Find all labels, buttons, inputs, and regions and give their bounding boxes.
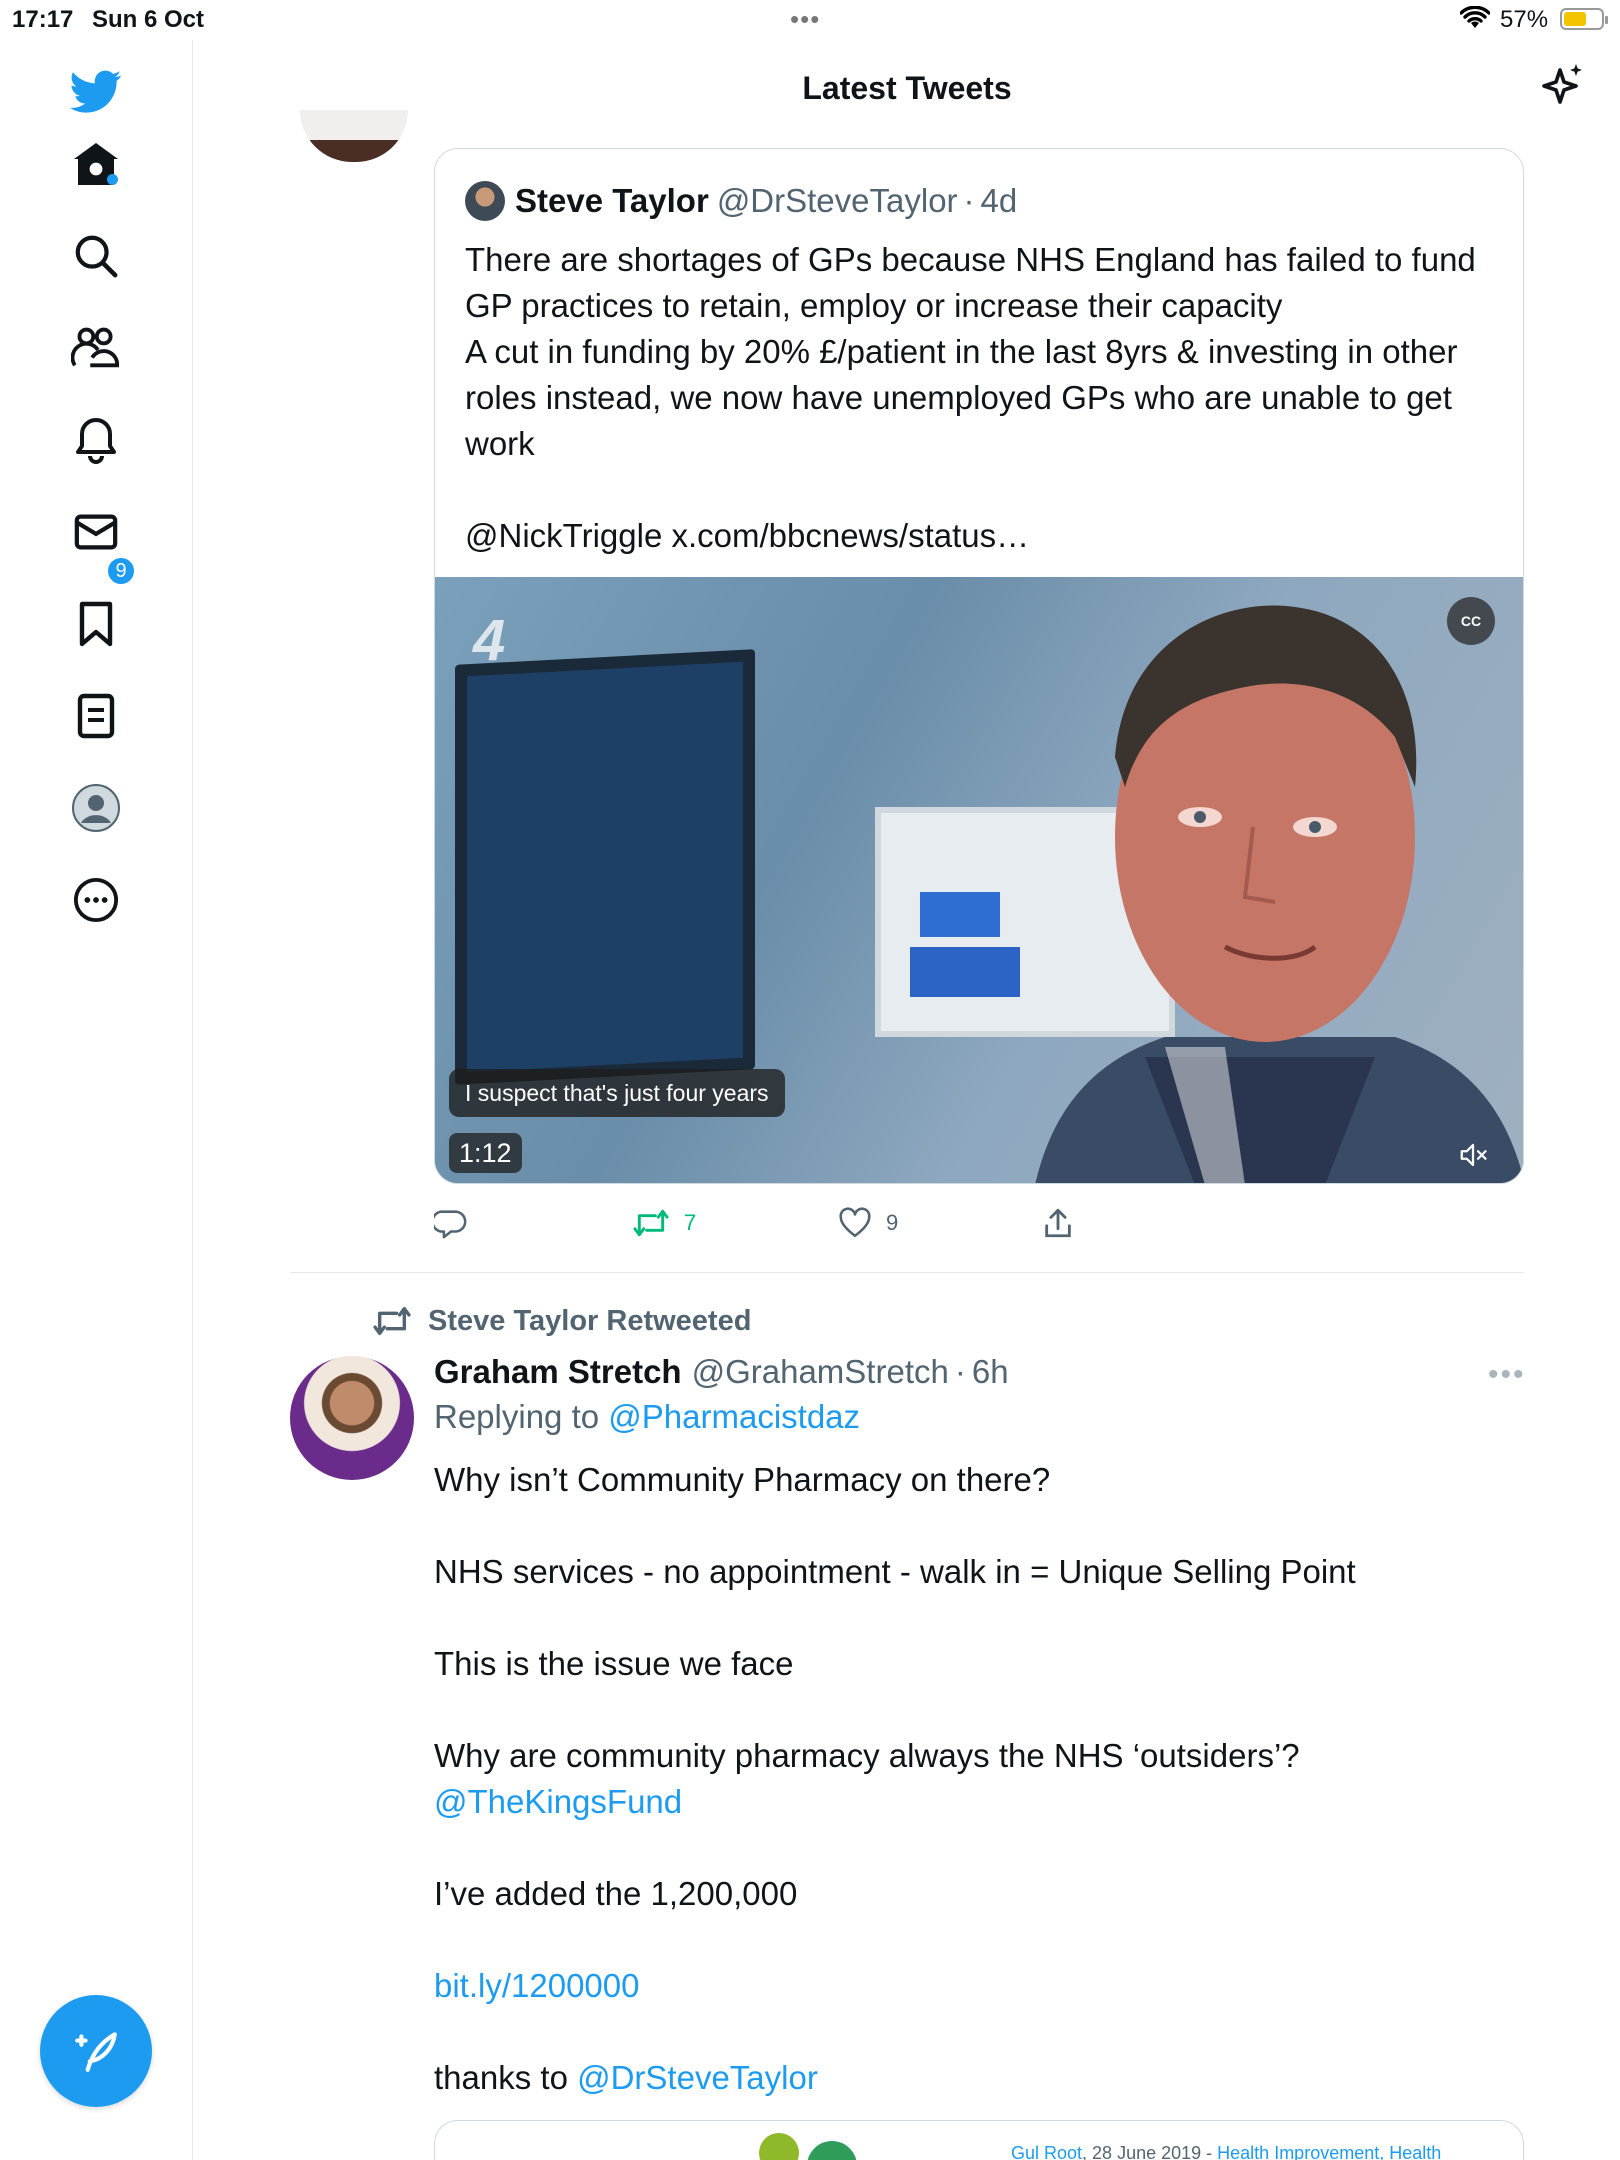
top-header: Latest Tweets — [194, 40, 1620, 140]
quoted-tweet-text: There are shortages of GPs because NHS E… — [465, 241, 1476, 554]
author-handle[interactable]: @GrahamStretch — [692, 1353, 949, 1391]
video-player[interactable]: 4 CC I suspect that's just four years 1:… — [435, 577, 1523, 1183]
bookmark-icon[interactable] — [70, 598, 122, 650]
tweet-paragraph: I’ve added the 1,200,000 — [434, 1875, 798, 1912]
replying-to-prefix: Replying to — [434, 1398, 600, 1435]
twitter-bird-icon[interactable] — [70, 66, 122, 118]
channel-4-logo: 4 — [473, 608, 506, 673]
tweet-paragraph: Why isn’t Community Pharmacy on there? — [434, 1461, 1051, 1498]
avatar-icon[interactable] — [70, 782, 122, 834]
wifi-icon — [1459, 5, 1491, 37]
mute-icon[interactable] — [1451, 1133, 1495, 1177]
page-title: Latest Tweets — [802, 70, 1012, 106]
reply-icon — [434, 1210, 467, 1239]
url-link[interactable]: bit.ly/1200000 — [434, 1963, 640, 2009]
quoted-tweet-time[interactable]: 4d — [981, 182, 1018, 220]
mention-link[interactable]: @TheKingsFund — [434, 1779, 682, 1825]
tweet-header: Graham Stretch @GrahamStretch · 6h — [434, 1350, 1009, 1394]
replying-to-link[interactable]: @Pharmacistdaz — [608, 1398, 860, 1435]
tweet-paragraph: Why are community pharmacy always the NH… — [434, 1737, 1300, 1774]
share-icon — [1045, 1208, 1071, 1238]
battery-percent: 57% — [1500, 6, 1549, 33]
quoted-author-name[interactable]: Steve Taylor — [515, 182, 709, 220]
tweet-divider — [290, 1272, 1524, 1273]
compose-button[interactable] — [40, 1995, 152, 2107]
tweet-actions: 7 9 — [434, 1200, 1534, 1246]
multitasking-dots-icon[interactable]: ••• — [790, 4, 820, 35]
battery-icon — [1560, 8, 1608, 30]
separator-dot: · — [954, 1353, 966, 1390]
more-options-icon[interactable]: ••• — [1488, 1358, 1526, 1392]
video-caption: I suspect that's just four years — [449, 1069, 785, 1117]
quoted-author-avatar[interactable] — [465, 181, 505, 221]
preview-image-circle — [759, 2133, 799, 2160]
bell-icon[interactable] — [70, 414, 122, 466]
notification-badge: 9 — [106, 556, 136, 586]
home-unread-dot — [107, 174, 118, 185]
retweet-button[interactable]: 7 — [632, 1200, 696, 1246]
preview-author[interactable]: Gul Root — [1011, 2143, 1082, 2160]
video-duration: 1:12 — [449, 1133, 522, 1173]
compose-feather-icon — [75, 2032, 117, 2072]
preview-meta: Gul Root, 28 June 2019 - Health Improvem… — [1011, 2143, 1441, 2160]
status-time: 17:17 — [12, 6, 74, 33]
author-name[interactable]: Graham Stretch — [434, 1353, 682, 1391]
quoted-tweet-header: Steve Taylor @DrSteveTaylor · 4d — [465, 179, 1017, 223]
retweeted-by-text: Steve Taylor Retweeted — [428, 1304, 752, 1337]
quoted-author-handle[interactable]: @DrSteveTaylor — [717, 182, 958, 220]
mail-icon[interactable] — [70, 506, 122, 558]
retweet-icon — [373, 1307, 411, 1335]
tweet-time[interactable]: 6h — [972, 1353, 1009, 1391]
video-screen-block — [920, 892, 1000, 937]
preview-tags[interactable]: Health Improvement, Health — [1217, 2143, 1441, 2160]
tweet-paragraph: This is the issue we face — [434, 1645, 794, 1682]
sparkle-icon[interactable] — [1538, 62, 1586, 115]
closed-captions-button[interactable]: CC — [1447, 597, 1495, 645]
mention-link[interactable]: @DrSteveTaylor — [577, 2059, 818, 2096]
status-bar: 17:17 Sun 6 Oct ••• 57% — [0, 0, 1620, 40]
like-button[interactable]: 9 — [838, 1200, 898, 1246]
tweet-paragraph: NHS services - no appointment - walk in … — [434, 1553, 1356, 1590]
video-person-figure — [1035, 605, 1523, 1183]
more-circle-icon[interactable] — [70, 874, 122, 926]
replying-to-line: Replying to @Pharmacistdaz — [434, 1398, 860, 1436]
quoted-tweet-card[interactable]: Steve Taylor @DrSteveTaylor · 4d There a… — [434, 148, 1524, 1184]
retweeted-by-line[interactable]: Steve Taylor Retweeted — [372, 1302, 751, 1340]
video-monitor-left — [455, 649, 755, 1085]
search-icon[interactable] — [70, 230, 122, 282]
preview-date: , 28 June 2019 - — [1082, 2143, 1218, 2160]
thanks-text: thanks to — [434, 2059, 568, 2096]
list-icon[interactable] — [70, 690, 122, 742]
link-preview-card[interactable]: Gul Root, 28 June 2019 - Health Improvem… — [434, 2120, 1524, 2160]
people-icon[interactable] — [70, 322, 122, 374]
status-date: Sun 6 Oct — [92, 6, 205, 33]
sidebar: 9 — [0, 40, 193, 2160]
tweet-paragraph: thanks to @DrSteveTaylor — [434, 2055, 818, 2101]
author-avatar[interactable] — [290, 1356, 414, 1480]
heart-icon — [839, 1207, 871, 1238]
retweet-count: 7 — [684, 1210, 697, 1235]
separator-dot: · — [963, 182, 975, 219]
reply-button[interactable] — [434, 1200, 482, 1246]
like-count: 9 — [886, 1210, 899, 1235]
preview-image-circle — [807, 2141, 857, 2160]
retweet-icon — [633, 1209, 669, 1237]
share-button[interactable] — [1042, 1200, 1074, 1246]
